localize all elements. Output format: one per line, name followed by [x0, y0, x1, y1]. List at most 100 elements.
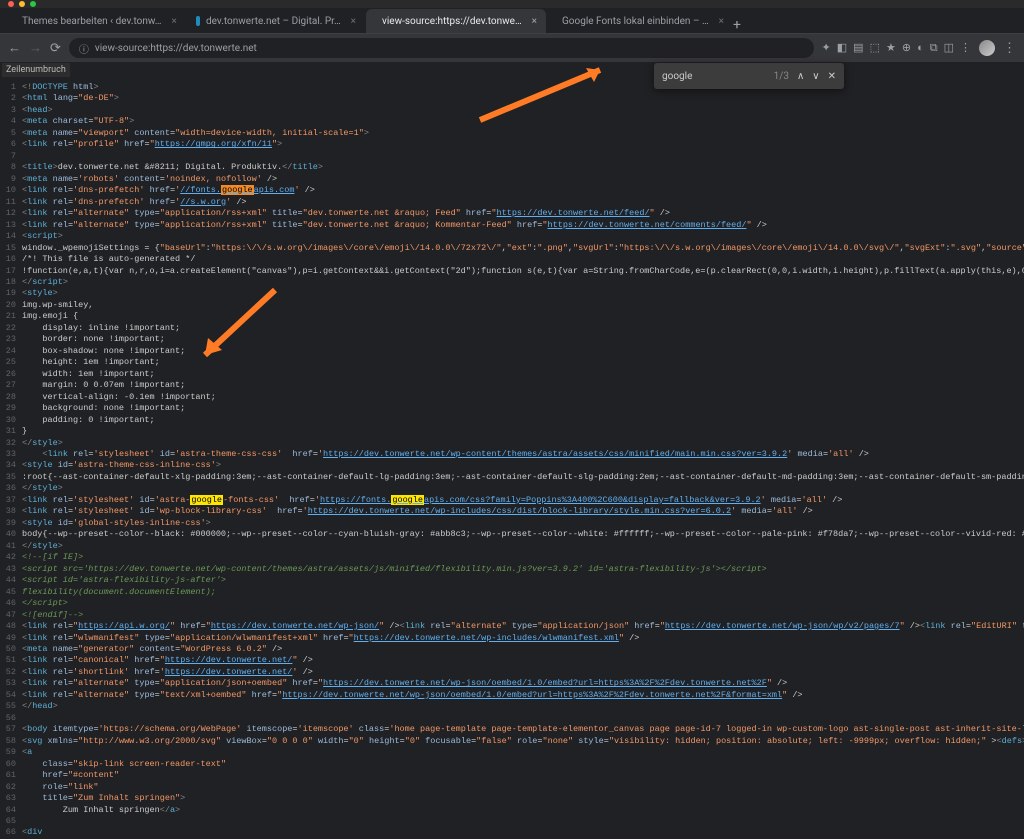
browser-tab[interactable]: view-source:https://dev.tonwe…×	[366, 9, 546, 33]
new-tab-button[interactable]: +	[726, 17, 748, 33]
line-code[interactable]: flexibility(document.documentElement);	[22, 587, 1024, 598]
ext-icon[interactable]: ★	[886, 41, 896, 55]
forward-icon[interactable]: →	[29, 40, 42, 56]
line-code[interactable]: <link rel="alternate" type="application/…	[22, 220, 1024, 231]
tab-close-icon[interactable]: ×	[532, 16, 537, 27]
line-code[interactable]: <!--[if IE]>	[22, 552, 1024, 563]
line-code[interactable]: vertical-align: -0.1em !important;	[22, 392, 1024, 403]
source-line: 53<link rel="alternate" type="applicatio…	[0, 678, 1024, 689]
line-code[interactable]: display: inline !important;	[22, 323, 1024, 334]
line-code[interactable]: </head>	[22, 701, 1024, 712]
line-code[interactable]: <script id='astra-flexibility-js-after'>	[22, 575, 1024, 586]
line-code[interactable]: <link rel='stylesheet' id='astra-theme-c…	[22, 449, 1024, 460]
line-code[interactable]: <svg xmlns="http://www.w3.org/2000/svg" …	[22, 736, 1024, 747]
line-code[interactable]: <link rel='dns-prefetch' href='//fonts.g…	[22, 185, 1024, 196]
line-code[interactable]: </style>	[22, 483, 1024, 494]
line-code[interactable]	[22, 151, 1024, 162]
line-code[interactable]: <link rel="alternate" type="text/xml+oem…	[22, 690, 1024, 701]
linewrap-checkbox-label[interactable]: Zeilenumbruch	[2, 63, 70, 77]
line-code[interactable]: href="#content"	[22, 770, 1024, 781]
minimize-window-dot[interactable]	[19, 1, 25, 7]
line-code[interactable]: <link rel='stylesheet' id='astra-google-…	[22, 495, 1024, 506]
line-code[interactable]: }	[22, 426, 1024, 437]
line-code[interactable]: <script>	[22, 231, 1024, 242]
maximize-window-dot[interactable]	[30, 1, 36, 7]
line-code[interactable]: :root{--ast-container-default-xlg-paddin…	[22, 472, 1024, 483]
line-code[interactable]: <link rel="canonical" href="https://dev.…	[22, 655, 1024, 666]
browser-tab[interactable]: Themes bearbeiten ‹ dev.tonw…×	[6, 9, 186, 33]
line-code[interactable]: <link rel='stylesheet' id='wp-block-libr…	[22, 506, 1024, 517]
line-code[interactable]: <style id='global-styles-inline-css'>	[22, 518, 1024, 529]
line-code[interactable]	[22, 713, 1024, 724]
url-bar[interactable]: ⓘ view-source:https://dev.tonwerte.net	[69, 38, 814, 58]
line-code[interactable]: height: 1em !important;	[22, 357, 1024, 368]
ext-icon[interactable]: ◐	[917, 41, 924, 55]
line-code[interactable]: box-shadow: none !important;	[22, 346, 1024, 357]
line-code[interactable]: Zum Inhalt springen</a>	[22, 805, 1024, 816]
ext-icon[interactable]: ◫	[944, 41, 954, 55]
line-code[interactable]: img.emoji {	[22, 311, 1024, 322]
menu-icon[interactable]: ⋮	[1003, 41, 1016, 56]
find-prev-icon[interactable]: ∧	[797, 71, 804, 82]
line-code[interactable]: <link rel="https://api.w.org/" href="htt…	[22, 621, 1024, 632]
line-code[interactable]: </script>	[22, 598, 1024, 609]
line-code[interactable]: <link rel='dns-prefetch' href='//s.w.org…	[22, 197, 1024, 208]
line-code[interactable]: !function(e,a,t){var n,r,o,i=a.createEle…	[22, 266, 1024, 277]
line-code[interactable]: <script src='https://dev.tonwerte.net/wp…	[22, 564, 1024, 575]
line-code[interactable]: background: none !important;	[22, 403, 1024, 414]
find-query[interactable]: google	[662, 71, 692, 82]
line-number: 16	[0, 254, 22, 265]
ext-icon[interactable]: ▤	[853, 41, 863, 55]
line-code[interactable]: <body itemtype='https://schema.org/WebPa…	[22, 724, 1024, 735]
line-code[interactable]: </style>	[22, 541, 1024, 552]
line-code[interactable]: <link rel='shortlink' href='https://dev.…	[22, 667, 1024, 678]
line-code[interactable]: role="link"	[22, 782, 1024, 793]
find-in-page-bar[interactable]: google 1/3 ∧ ∨ ✕	[654, 63, 844, 89]
line-code[interactable]: <link rel="wlwmanifest" type="applicatio…	[22, 633, 1024, 644]
line-code[interactable]: margin: 0 0.07em !important;	[22, 380, 1024, 391]
line-code[interactable]: window._wpemojiSettings = {"baseUrl":"ht…	[22, 243, 1024, 254]
line-code[interactable]: <link rel="profile" href="https://gmpg.o…	[22, 139, 1024, 150]
site-info-icon[interactable]: ⓘ	[79, 41, 89, 56]
close-window-dot[interactable]	[8, 1, 14, 7]
line-code[interactable]: <meta name='robots' content='noindex, no…	[22, 174, 1024, 185]
find-close-icon[interactable]: ✕	[828, 71, 836, 82]
line-code[interactable]: img.wp-smiley,	[22, 300, 1024, 311]
back-icon[interactable]: ←	[8, 40, 21, 56]
line-code[interactable]: body{--wp--preset--color--black: #000000…	[22, 529, 1024, 540]
tab-close-icon[interactable]: ×	[719, 16, 724, 27]
line-code[interactable]: width: 1em !important;	[22, 369, 1024, 380]
line-code[interactable]: <div	[22, 827, 1024, 838]
line-code[interactable]: border: none !important;	[22, 334, 1024, 345]
line-code[interactable]: <title>dev.tonwerte.net &#8211; Digital.…	[22, 162, 1024, 173]
line-code[interactable]: <style id='astra-theme-css-inline-css'>	[22, 460, 1024, 471]
line-code[interactable]: <![endif]-->	[22, 610, 1024, 621]
line-code[interactable]: <link rel="alternate" type="application/…	[22, 208, 1024, 219]
line-code[interactable]: <a	[22, 747, 1024, 758]
line-code[interactable]: <meta name="generator" content="WordPres…	[22, 644, 1024, 655]
ext-icon[interactable]: ⬚	[870, 41, 880, 55]
reload-icon[interactable]: ⟳	[50, 41, 61, 56]
line-code[interactable]: </script>	[22, 277, 1024, 288]
ext-icon[interactable]: ⧉	[930, 41, 938, 55]
ext-icon[interactable]: ⊕	[902, 41, 911, 55]
ext-icon[interactable]: ✦	[822, 41, 831, 55]
profile-avatar[interactable]	[979, 40, 995, 56]
line-code[interactable]: <link rel="alternate" type="application/…	[22, 678, 1024, 689]
line-code[interactable]: padding: 0 !important;	[22, 415, 1024, 426]
ext-icon[interactable]: ◧	[837, 41, 847, 55]
ext-icon[interactable]: ⋮	[960, 41, 971, 55]
find-next-icon[interactable]: ∨	[812, 71, 819, 82]
line-code[interactable]: </style>	[22, 438, 1024, 449]
line-code[interactable]	[22, 816, 1024, 827]
line-number: 17	[0, 266, 22, 277]
line-code[interactable]: <style>	[22, 288, 1024, 299]
line-code[interactable]: title="Zum Inhalt springen">	[22, 793, 1024, 804]
line-code[interactable]: class="skip-link screen-reader-text"	[22, 759, 1024, 770]
browser-tab[interactable]: dev.tonwerte.net – Digital. Pr…×	[186, 9, 366, 33]
line-code[interactable]: /*! This file is auto-generated */	[22, 254, 1024, 265]
tab-close-icon[interactable]: ×	[351, 16, 356, 27]
tab-close-icon[interactable]: ×	[171, 16, 176, 27]
browser-tab[interactable]: Google Fonts lokal einbinden – …×	[546, 9, 726, 33]
annotation-arrow	[470, 60, 630, 130]
